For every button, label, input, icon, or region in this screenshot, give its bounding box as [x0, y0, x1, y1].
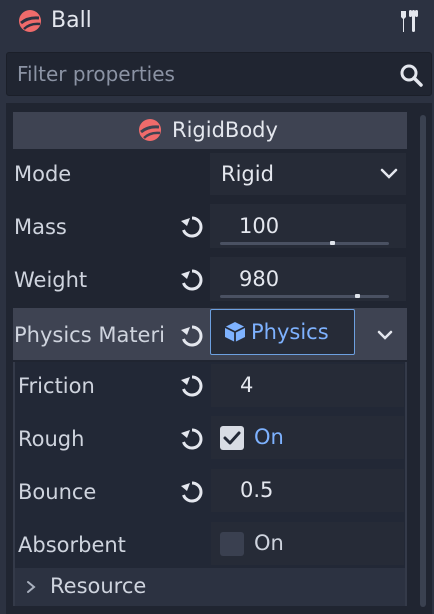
tools-icon[interactable]	[397, 8, 423, 34]
mass-slider-grabber[interactable]	[329, 241, 335, 245]
bounce-field[interactable]: 0.5	[211, 469, 404, 512]
mass-label: Mass	[14, 215, 67, 239]
physics-material-resource-name: Physics	[251, 320, 329, 344]
resource-group-label: Resource	[50, 574, 147, 598]
reset-icon[interactable]	[179, 426, 205, 452]
absorbent-state-text: On	[254, 531, 284, 555]
bounce-label: Bounce	[18, 480, 97, 504]
reset-icon[interactable]	[179, 214, 205, 240]
checkbox-unchecked-icon[interactable]	[220, 532, 244, 556]
vertical-scrollbar[interactable]	[420, 115, 426, 607]
rigidbody-icon	[19, 10, 41, 32]
absorbent-label: Absorbent	[18, 533, 126, 557]
weight-label: Weight	[14, 268, 88, 292]
physics-material-label: Physics Materi	[14, 323, 165, 347]
chevron-down-icon	[380, 168, 398, 179]
mode-dropdown[interactable]: Rigid	[210, 153, 406, 195]
friction-label: Friction	[18, 374, 95, 398]
weight-slider-grabber[interactable]	[355, 294, 361, 298]
mass-spinslider[interactable]: 100	[210, 204, 406, 248]
physics-material-resource-button[interactable]: Physics	[210, 309, 355, 355]
checkbox-checked-icon[interactable]	[220, 426, 244, 450]
chevron-down-icon[interactable]	[376, 329, 394, 341]
weight-value: 980	[239, 267, 280, 291]
friction-field[interactable]: 4	[211, 364, 404, 407]
section-rigidbody-header: RigidBody	[13, 112, 407, 149]
friction-value: 4	[240, 373, 254, 397]
rigidbody-icon	[139, 119, 161, 141]
inspector-header: Ball	[0, 0, 434, 44]
filter-properties-input[interactable]	[7, 53, 377, 95]
rough-toggle[interactable]: On	[211, 416, 404, 459]
reset-icon[interactable]	[179, 323, 205, 349]
chevron-right-icon	[27, 581, 36, 593]
mode-value: Rigid	[221, 162, 274, 186]
rough-state-text: On	[254, 425, 284, 449]
mode-label: Mode	[14, 162, 72, 186]
bounce-value: 0.5	[240, 478, 274, 502]
mass-value: 100	[239, 214, 280, 238]
section-title: RigidBody	[172, 118, 278, 142]
search-icon[interactable]	[399, 63, 423, 87]
reset-icon[interactable]	[179, 267, 205, 293]
rough-label: Rough	[18, 427, 85, 451]
mass-slider-track	[220, 242, 389, 245]
weight-slider-track	[220, 295, 389, 298]
reset-icon[interactable]	[179, 479, 205, 505]
node-name: Ball	[51, 8, 92, 33]
weight-spinslider[interactable]: 980	[210, 257, 406, 301]
absorbent-toggle[interactable]: On	[211, 522, 404, 565]
resource-group-header[interactable]: Resource	[15, 568, 405, 606]
filter-bar	[6, 52, 432, 96]
reset-icon[interactable]	[179, 373, 205, 399]
resource-cube-icon	[224, 322, 246, 342]
